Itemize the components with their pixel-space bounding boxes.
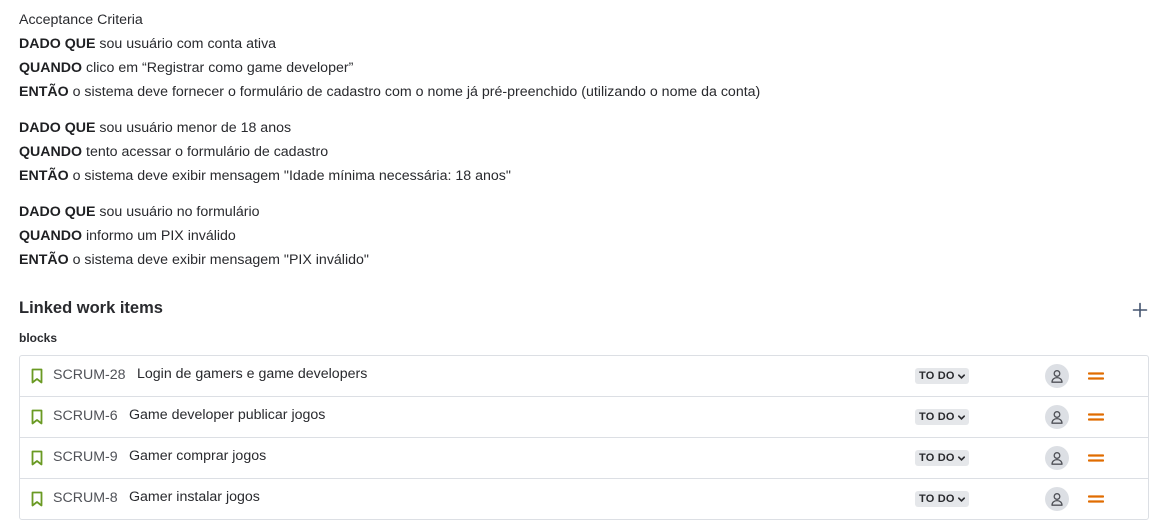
linked-item-row[interactable]: SCRUM-28 Login de gamers e game develope… — [20, 356, 1148, 396]
assignee-avatar[interactable] — [1045, 487, 1069, 511]
linked-item-row[interactable]: SCRUM-8 Gamer instalar jogos TO DO — [20, 478, 1148, 519]
person-icon — [1051, 411, 1063, 424]
given-line: DADO QUE sou usuário menor de 18 anos — [19, 116, 1139, 140]
person-icon — [1051, 452, 1063, 465]
assignee-avatar[interactable] — [1045, 405, 1069, 429]
when-keyword: QUANDO — [19, 228, 83, 244]
priority-medium-icon — [1088, 372, 1104, 380]
then-text: o sistema deve exibir mensagem "PIX invá… — [68, 252, 369, 268]
linked-work-items-title: Linked work items — [19, 299, 163, 317]
priority-medium-icon — [1088, 413, 1104, 421]
then-keyword: ENTÃO — [19, 252, 69, 268]
when-line: QUANDO tento acessar o formulário de cad… — [19, 140, 1139, 164]
issue-key[interactable]: SCRUM-9 — [53, 449, 118, 465]
issue-summary[interactable]: Game developer publicar jogos — [129, 407, 325, 423]
person-icon — [1051, 370, 1063, 383]
when-text: informo um PIX inválido — [82, 228, 236, 244]
given-keyword: DADO QUE — [19, 36, 96, 52]
relation-label: blocks — [19, 331, 58, 345]
chevron-down-icon — [957, 414, 965, 420]
when-line: QUANDO informo um PIX inválido — [19, 224, 1139, 248]
status-label: TO DO — [919, 370, 955, 382]
then-line: ENTÃO o sistema deve exibir mensagem "Id… — [19, 164, 1139, 188]
status-label: TO DO — [919, 493, 955, 505]
chevron-down-icon — [957, 496, 965, 502]
then-line: ENTÃO o sistema deve fornecer o formulár… — [19, 80, 1139, 104]
when-text: clico em “Registrar como game developer” — [82, 60, 354, 76]
issue-key[interactable]: SCRUM-8 — [53, 490, 118, 506]
status-label: TO DO — [919, 411, 955, 423]
story-icon — [31, 450, 43, 466]
then-keyword: ENTÃO — [19, 84, 69, 100]
person-icon — [1051, 493, 1063, 506]
issue-key[interactable]: SCRUM-6 — [53, 408, 118, 424]
when-keyword: QUANDO — [19, 60, 83, 76]
given-line: DADO QUE sou usuário com conta ativa — [19, 32, 1139, 56]
issue-summary[interactable]: Gamer instalar jogos — [129, 489, 260, 505]
status-dropdown[interactable]: TO DO — [915, 409, 969, 425]
linked-items-list: SCRUM-28 Login de gamers e game develope… — [19, 355, 1149, 520]
given-text: sou usuário com conta ativa — [95, 36, 277, 52]
linked-item-row[interactable]: SCRUM-9 Gamer comprar jogos TO DO — [20, 437, 1148, 478]
then-text: o sistema deve exibir mensagem "Idade mí… — [68, 168, 511, 184]
assignee-avatar[interactable] — [1045, 364, 1069, 388]
assignee-avatar[interactable] — [1045, 446, 1069, 470]
status-label: TO DO — [919, 452, 955, 464]
priority-medium-icon — [1088, 495, 1104, 503]
plus-icon — [1132, 302, 1148, 318]
then-keyword: ENTÃO — [19, 168, 69, 184]
when-line: QUANDO clico em “Registrar como game dev… — [19, 56, 1139, 80]
criteria-heading: Acceptance Criteria — [19, 12, 143, 28]
acceptance-criteria: Acceptance Criteria DADO QUE sou usuário… — [19, 8, 1139, 272]
when-keyword: QUANDO — [19, 144, 83, 160]
story-icon — [31, 368, 43, 384]
given-line: DADO QUE sou usuário no formulário — [19, 200, 1139, 224]
priority-medium-icon — [1088, 454, 1104, 462]
status-dropdown[interactable]: TO DO — [915, 491, 969, 507]
issue-summary[interactable]: Gamer comprar jogos — [129, 448, 266, 464]
issue-key[interactable]: SCRUM-28 — [53, 367, 126, 383]
status-dropdown[interactable]: TO DO — [915, 450, 969, 466]
linked-item-row[interactable]: SCRUM-6 Game developer publicar jogos TO… — [20, 396, 1148, 437]
given-text: sou usuário menor de 18 anos — [95, 120, 292, 136]
scenario-1: DADO QUE sou usuário com conta ativa QUA… — [19, 32, 1139, 104]
story-icon — [31, 491, 43, 507]
scenario-2: DADO QUE sou usuário menor de 18 anos QU… — [19, 116, 1139, 188]
chevron-down-icon — [957, 455, 965, 461]
issue-summary[interactable]: Login de gamers e game developers — [137, 366, 367, 382]
story-icon — [31, 409, 43, 425]
add-linked-item-button[interactable] — [1128, 298, 1152, 322]
scenario-3: DADO QUE sou usuário no formulário QUAND… — [19, 200, 1139, 272]
given-keyword: DADO QUE — [19, 204, 96, 220]
given-keyword: DADO QUE — [19, 120, 96, 136]
chevron-down-icon — [957, 373, 965, 379]
then-line: ENTÃO o sistema deve exibir mensagem "PI… — [19, 248, 1139, 272]
then-text: o sistema deve fornecer o formulário de … — [68, 84, 761, 100]
given-text: sou usuário no formulário — [95, 204, 260, 220]
when-text: tento acessar o formulário de cadastro — [82, 144, 329, 160]
status-dropdown[interactable]: TO DO — [915, 368, 969, 384]
